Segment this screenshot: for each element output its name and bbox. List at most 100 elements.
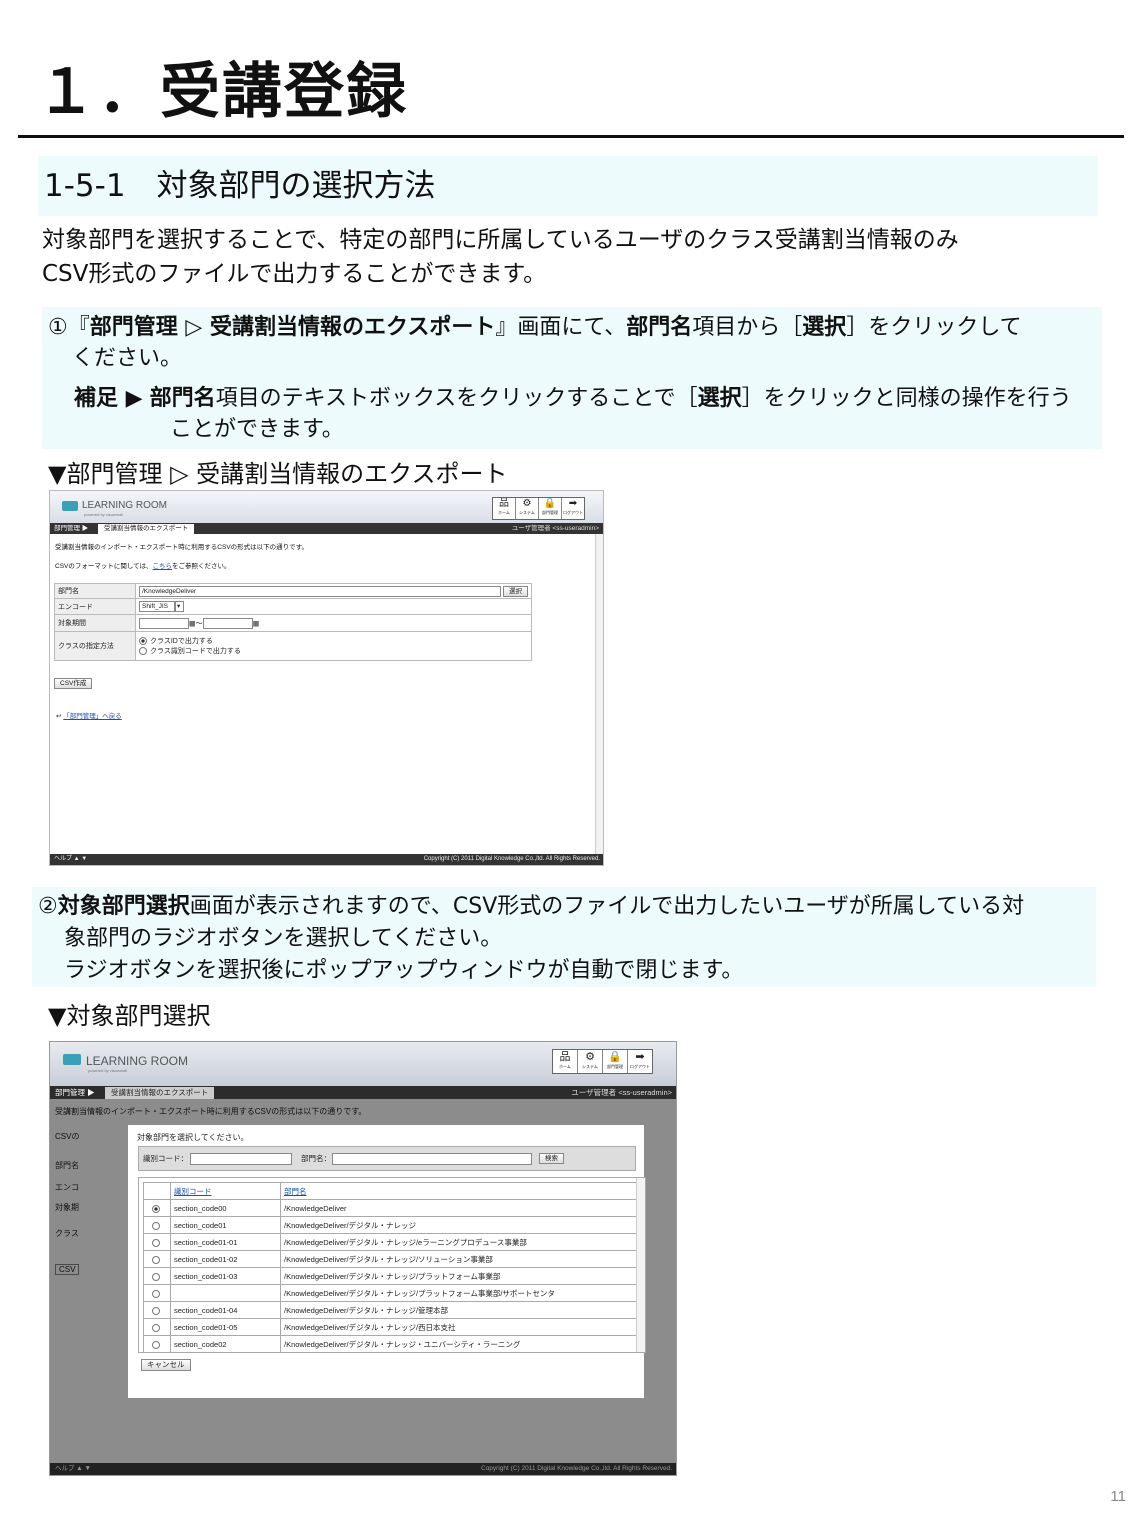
code-search-input[interactable]: [190, 1153, 292, 1165]
step2-number: ②: [38, 894, 58, 919]
calendar-icon[interactable]: ▦: [253, 620, 260, 627]
step1-note: 補足 ▶ 部門名項目のテキストボックスをクリックすることで［選択］をクリックと同…: [74, 386, 1072, 411]
logout-icon[interactable]: ➡ ログアウト: [628, 1050, 652, 1073]
department-icon[interactable]: 🔒 部門管理: [603, 1050, 628, 1073]
system-icon[interactable]: ⚙ システム: [578, 1050, 603, 1073]
encode-select[interactable]: Shift_JIS: [139, 601, 175, 612]
intro-line-1: 対象部門を選択することで、特定の部門に所属しているユーザのクラス受講割当情報のみ: [42, 227, 959, 253]
table-row[interactable]: section_code01-03/KnowledgeDeliver/デジタル・…: [143, 1267, 639, 1285]
dept-radio[interactable]: [151, 1306, 160, 1315]
csv-format-link[interactable]: こちら: [153, 563, 173, 570]
class-code-radio[interactable]: [139, 647, 147, 656]
step2-line-1: ②対象部門選択画面が表示されますので、CSV形式のファイルで出力したいユーザが所…: [38, 894, 1025, 919]
app-logo: LEARNING ROOM: [82, 500, 168, 511]
step2-screen-name: 対象部門選択: [57, 894, 190, 919]
note-label: 補足 ▶: [74, 386, 143, 411]
scrollbar[interactable]: [595, 534, 603, 854]
app-icon-bar: 品ホーム ⚙ システム 🔒 部門管理 ➡ ログアウト: [492, 497, 585, 520]
breadcrumb-current: 受講割当情報のエクスポート: [98, 524, 195, 534]
logout-icon[interactable]: ➡ ログアウト: [562, 498, 584, 519]
dept-radio[interactable]: [151, 1255, 160, 1264]
table-row[interactable]: section_code01-05/KnowledgeDeliver/デジタル・…: [143, 1318, 639, 1336]
dept-radio[interactable]: [151, 1272, 160, 1281]
app-footer: ヘルプ ▲ ▼ Copyright (C) 2011 Digital Knowl…: [50, 854, 603, 865]
department-icon[interactable]: 🔒 部門管理: [539, 498, 562, 519]
help-link[interactable]: ヘルプ ▲ ▼: [54, 854, 87, 865]
dept-name-cell: /KnowledgeDeliver/デジタル・ナレッジ/ソリューション事業部: [280, 1250, 639, 1268]
step1-number: ①: [48, 315, 68, 340]
table-row[interactable]: /KnowledgeDeliver/デジタル・ナレッジ/プラットフォーム事業部/…: [143, 1284, 639, 1302]
app-footer: ヘルプ ▲ ▼ Copyright (C) 2011 Digital Knowl…: [50, 1463, 676, 1475]
table-row[interactable]: section_code01-02/KnowledgeDeliver/デジタル・…: [143, 1250, 639, 1268]
dept-name-cell: /KnowledgeDeliver: [280, 1199, 639, 1217]
table-row[interactable]: section_code01/KnowledgeDeliver/デジタル・ナレッ…: [143, 1216, 639, 1234]
dept-radio[interactable]: [151, 1238, 160, 1247]
system-icon[interactable]: ⚙ システム: [516, 498, 539, 519]
dept-code-cell: section_code02: [170, 1335, 281, 1353]
step1-note-line-2: ことができます。: [170, 417, 344, 442]
home-icon[interactable]: 品ホーム: [493, 498, 516, 519]
app-logo-sub: powered by visuwmall: [84, 512, 124, 517]
dept-radio[interactable]: [151, 1221, 160, 1230]
table-row[interactable]: section_code02/KnowledgeDeliver/デジタル・ナレッ…: [143, 1335, 639, 1353]
cancel-button[interactable]: キャンセル: [141, 1358, 191, 1371]
csv-create-button[interactable]: CSV作成: [54, 678, 93, 690]
table-row[interactable]: section_code00/KnowledgeDeliver: [143, 1199, 639, 1217]
dept-code-cell: section_code01: [170, 1216, 281, 1234]
dept-code-cell: section_code01-03: [170, 1267, 281, 1285]
user-name: ユーザ管理者 <ss-useradmin>: [511, 525, 599, 532]
dept-code-cell: [170, 1284, 281, 1302]
dept-name-cell: /KnowledgeDeliver/デジタル・ナレッジ・ユニバーシティ・ラーニン…: [280, 1335, 639, 1353]
class-id-radio[interactable]: [139, 637, 147, 646]
sort-name-link[interactable]: 部門名: [284, 1187, 307, 1196]
export-screen-screenshot: LEARNING ROOM powered by visuwmall 品ホーム …: [49, 490, 604, 866]
result-box: 識別コード 部門名 section_code00/KnowledgeDelive…: [138, 1177, 646, 1353]
section-heading: 1-5-1 対象部門の選択方法: [44, 168, 436, 204]
period-end-input[interactable]: [202, 617, 253, 629]
scrollbar[interactable]: [636, 1178, 645, 1352]
sort-code-link[interactable]: 識別コード: [174, 1187, 212, 1196]
name-search-input[interactable]: [332, 1153, 532, 1165]
dept-name-cell: /KnowledgeDeliver/デジタル・ナレッジ/プラットフォーム事業部: [280, 1267, 639, 1285]
nav-bar: 部門管理 ▶ 受講割当情報のエクスポート ユーザ管理者 <ss-useradmi…: [50, 523, 603, 534]
page-title: １．受講登録: [36, 57, 408, 127]
table-row[interactable]: section_code01-04/KnowledgeDeliver/デジタル・…: [143, 1301, 639, 1319]
dept-radio[interactable]: [151, 1323, 160, 1332]
search-button[interactable]: 検索: [539, 1153, 564, 1164]
chevron-down-icon[interactable]: ▾: [175, 601, 184, 612]
dept-radio[interactable]: [151, 1340, 160, 1349]
dept-code-cell: section_code01-04: [170, 1301, 281, 1319]
export-form: 部門名 /KnowledgeDeliver 選択 エンコード Shift_JIS…: [54, 583, 532, 661]
step1-screen-name: 部門管理 ▷ 受講割当情報のエクスポート: [89, 315, 496, 340]
copyright: Copyright (C) 2011 Digital Knowledge Co.…: [423, 856, 600, 862]
app-icon-bar: 品ホーム ⚙ システム 🔒 部門管理 ➡ ログアウト: [552, 1049, 653, 1074]
table-row[interactable]: section_code01-01/KnowledgeDeliver/デジタル・…: [143, 1233, 639, 1251]
dept-radio[interactable]: [151, 1289, 160, 1298]
dept-name-cell: /KnowledgeDeliver/デジタル・ナレッジ: [280, 1216, 639, 1234]
logo-icon: [62, 501, 78, 511]
back-link-row: ↩ 「部門管理」へ戻る: [56, 710, 122, 720]
period-start-input[interactable]: [139, 617, 189, 629]
back-icon: ↩: [56, 713, 62, 720]
logo-icon: [63, 1054, 81, 1065]
breadcrumb-parent[interactable]: 部門管理 ▶: [54, 523, 88, 534]
dept-name-input[interactable]: /KnowledgeDeliver: [139, 585, 501, 597]
format-description: 受講割当情報のインポート・エクスポート時に利用するCSVの形式は以下の通りです。: [55, 544, 309, 551]
calendar-icon[interactable]: ▦: [189, 620, 196, 627]
dept-code-cell: section_code01-02: [170, 1250, 281, 1268]
dept-table: 識別コード 部門名 section_code00/KnowledgeDelive…: [143, 1182, 639, 1353]
intro-line-2: CSV形式のファイルで出力することができます。: [42, 261, 547, 287]
nav-bar: 部門管理 ▶ 受講割当情報のエクスポート ユーザ管理者 <ss-useradmi…: [50, 1086, 676, 1099]
dept-name-cell: /KnowledgeDeliver/デジタル・ナレッジ/eラーニングプロデュース…: [280, 1233, 639, 1251]
back-link[interactable]: 「部門管理」へ戻る: [63, 713, 122, 720]
dept-name-cell: /KnowledgeDeliver/デジタル・ナレッジ/プラットフォーム事業部/…: [280, 1284, 639, 1302]
caption-2: ▼対象部門選択: [48, 1002, 211, 1030]
dept-code-cell: section_code01-01: [170, 1233, 281, 1251]
csv-format-note: CSVのフォーマットに関しては、こちらをご参照ください。: [55, 563, 231, 570]
home-icon[interactable]: 品ホーム: [553, 1050, 578, 1073]
dept-radio[interactable]: [151, 1204, 160, 1213]
popup-instruction: 対象部門を選択してください。: [137, 1133, 249, 1142]
select-button[interactable]: 選択: [502, 585, 528, 597]
dept-name-cell: /KnowledgeDeliver/デジタル・ナレッジ/西日本支社: [280, 1318, 639, 1336]
caption-1: ▼部門管理 ▷ 受講割当情報のエクスポート: [48, 460, 508, 488]
